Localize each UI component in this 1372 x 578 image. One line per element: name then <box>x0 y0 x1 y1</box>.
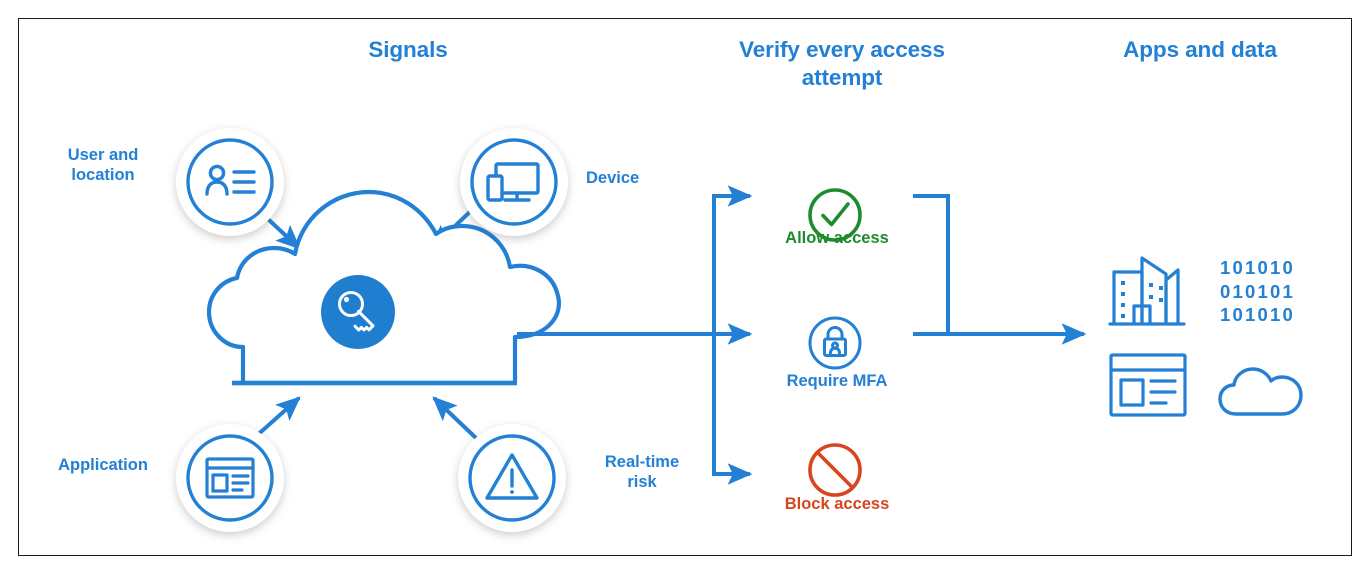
cloud-icon <box>1218 367 1303 416</box>
signal-label-application: Application <box>58 456 148 474</box>
app-window-icon <box>1109 353 1187 417</box>
signal-label-device: Device <box>586 169 640 187</box>
signal-label-risk-line1: Real-time <box>604 453 680 471</box>
binary-row-2: 010101 <box>1220 280 1295 302</box>
binary-data-icon: 101010 010101 101010 <box>1220 256 1295 327</box>
decision-label-block-access: Block access <box>784 495 890 513</box>
signal-label-risk-line2: risk <box>627 473 657 492</box>
decision-label-require-mfa: Require MFA <box>786 372 888 390</box>
decision-icon-require-mfa[interactable] <box>802 310 868 381</box>
column-header-verify: Verify every access attempt <box>692 36 992 92</box>
line-allow-merge <box>913 194 950 334</box>
prohibited-icon <box>808 443 862 497</box>
zero-trust-diagram: Signals Verify every access attempt Apps… <box>0 0 1372 578</box>
signal-label-user-line2: location <box>71 166 135 185</box>
lock-person-icon <box>808 316 862 370</box>
signal-icon-real-time-risk[interactable] <box>458 424 566 532</box>
buildings-icon <box>1108 256 1186 326</box>
column-header-verify-line1: Verify every access <box>739 37 945 62</box>
column-header-signals: Signals <box>368 37 448 62</box>
signal-label-user-line1: User and <box>67 146 139 164</box>
signal-icon-user-and-location[interactable] <box>176 128 284 236</box>
devices-icon <box>486 162 540 202</box>
signal-icon-device[interactable] <box>460 128 568 236</box>
signal-label-real-time-risk: Real-time risk <box>588 452 696 492</box>
column-header-verify-line2: attempt <box>801 65 883 91</box>
signal-icon-application[interactable] <box>176 424 284 532</box>
policy-key-badge <box>321 275 395 354</box>
column-header-apps: Apps and data <box>1123 37 1277 62</box>
signal-label-user-and-location: User and location <box>48 145 158 185</box>
binary-row-3: 101010 <box>1220 304 1295 326</box>
decision-label-allow-access: Allow access <box>785 229 889 247</box>
binary-row-1: 101010 <box>1220 257 1295 278</box>
